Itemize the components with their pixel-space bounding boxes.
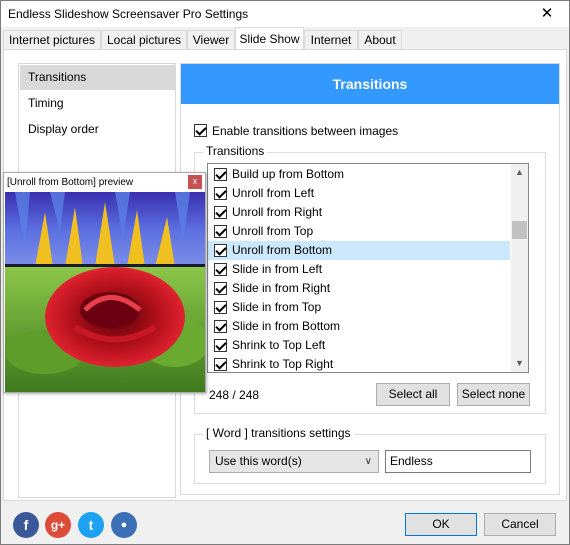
close-icon[interactable]: x — [188, 175, 202, 189]
tab-strip: Internet pictures Local pictures Viewer … — [3, 27, 567, 50]
list-item[interactable]: Unroll from Left — [208, 184, 510, 203]
list-item[interactable]: Unroll from Top — [208, 222, 510, 241]
list-item[interactable]: Slide in from Left — [208, 260, 510, 279]
checkbox[interactable] — [214, 320, 227, 333]
checkbox[interactable] — [214, 244, 227, 257]
list-item[interactable]: Shrink to Top Left — [208, 336, 510, 355]
checkbox[interactable] — [214, 301, 227, 314]
facebook-icon[interactable]: f — [13, 512, 39, 538]
list-scrollbar[interactable]: ▲ ▼ — [511, 164, 528, 372]
tab-about[interactable]: About — [358, 30, 402, 50]
list-item-label: Slide in from Top — [232, 300, 322, 314]
list-item-label: Unroll from Right — [232, 205, 323, 219]
list-item[interactable]: Build up from Bottom — [208, 165, 510, 184]
checkbox[interactable] — [214, 206, 227, 219]
enable-transitions-label[interactable]: Enable transitions between images — [212, 124, 398, 138]
checkbox[interactable] — [214, 225, 227, 238]
list-item-label: Unroll from Left — [232, 186, 315, 200]
transitions-list[interactable]: Build up from Bottom Unroll from Left Un… — [207, 163, 529, 373]
close-icon[interactable]: ✕ — [525, 1, 569, 27]
list-item-label: Unroll from Bottom — [232, 243, 333, 257]
checkbox[interactable] — [214, 282, 227, 295]
enable-transitions-checkbox[interactable] — [194, 124, 207, 137]
sidebar-item-display-order[interactable]: Display order — [20, 117, 175, 142]
list-item[interactable]: Slide in from Bottom — [208, 317, 510, 336]
scroll-down-icon[interactable]: ▼ — [511, 355, 528, 372]
google-plus-icon[interactable]: g+ — [45, 512, 71, 538]
list-item[interactable]: Shrink to Top Right — [208, 355, 510, 372]
transitions-panel: Transitions Enable transitions between i… — [180, 63, 560, 495]
list-item-label: Shrink to Top Left — [232, 338, 326, 352]
list-item[interactable]: Slide in from Right — [208, 279, 510, 298]
list-item-label: Build up from Bottom — [232, 167, 345, 181]
panel-banner: Transitions — [181, 64, 559, 104]
checkbox[interactable] — [214, 263, 227, 276]
window-title: Endless Slideshow Screensaver Pro Settin… — [8, 7, 249, 21]
select-none-button[interactable]: Select none — [457, 383, 530, 406]
tab-viewer[interactable]: Viewer — [187, 30, 235, 50]
checkbox[interactable] — [214, 339, 227, 352]
sidebar-item-transitions[interactable]: Transitions — [20, 65, 175, 90]
list-item[interactable]: Unroll from Right — [208, 203, 510, 222]
checkbox[interactable] — [214, 358, 227, 371]
list-item[interactable]: Slide in from Top — [208, 298, 510, 317]
scroll-thumb[interactable] — [512, 221, 527, 239]
list-item-label: Slide in from Left — [232, 262, 323, 276]
title-bar: Endless Slideshow Screensaver Pro Settin… — [1, 1, 569, 27]
list-item-label: Unroll from Top — [232, 224, 314, 238]
preview-image — [5, 192, 205, 392]
word-input[interactable]: Endless — [385, 450, 531, 473]
tab-slide-show[interactable]: Slide Show — [235, 27, 304, 50]
chevron-down-icon: ∨ — [364, 456, 372, 467]
preview-title: [Unroll from Bottom] preview — [7, 177, 134, 188]
flower-image — [5, 192, 205, 392]
word-mode-select[interactable]: Use this word(s) ∨ — [209, 450, 379, 473]
twitter-icon[interactable]: t — [78, 512, 104, 538]
list-item-selected[interactable]: Unroll from Bottom — [208, 241, 510, 260]
community-icon[interactable]: ● — [111, 512, 137, 538]
list-item-label: Slide in from Right — [232, 281, 331, 295]
checkbox[interactable] — [214, 187, 227, 200]
ok-button[interactable]: OK — [405, 513, 477, 536]
select-all-button[interactable]: Select all — [376, 383, 450, 406]
list-item-label: Slide in from Bottom — [232, 319, 341, 333]
tab-internet-pictures[interactable]: Internet pictures — [3, 30, 101, 50]
sidebar-item-timing[interactable]: Timing — [20, 91, 175, 116]
preview-window[interactable]: [Unroll from Bottom] preview x — [3, 172, 206, 393]
selection-count: 248 / 248 — [209, 388, 260, 402]
cancel-button[interactable]: Cancel — [484, 513, 556, 536]
word-group-label: [ Word ] transitions settings — [203, 426, 354, 440]
list-item-label: Shrink to Top Right — [232, 357, 334, 371]
scroll-up-icon[interactable]: ▲ — [511, 164, 528, 181]
checkbox[interactable] — [214, 168, 227, 181]
tab-internet[interactable]: Internet — [304, 30, 358, 50]
tab-local-pictures[interactable]: Local pictures — [101, 30, 187, 50]
word-mode-value: Use this word(s) — [215, 454, 302, 468]
transitions-group-label: Transitions — [203, 144, 268, 158]
